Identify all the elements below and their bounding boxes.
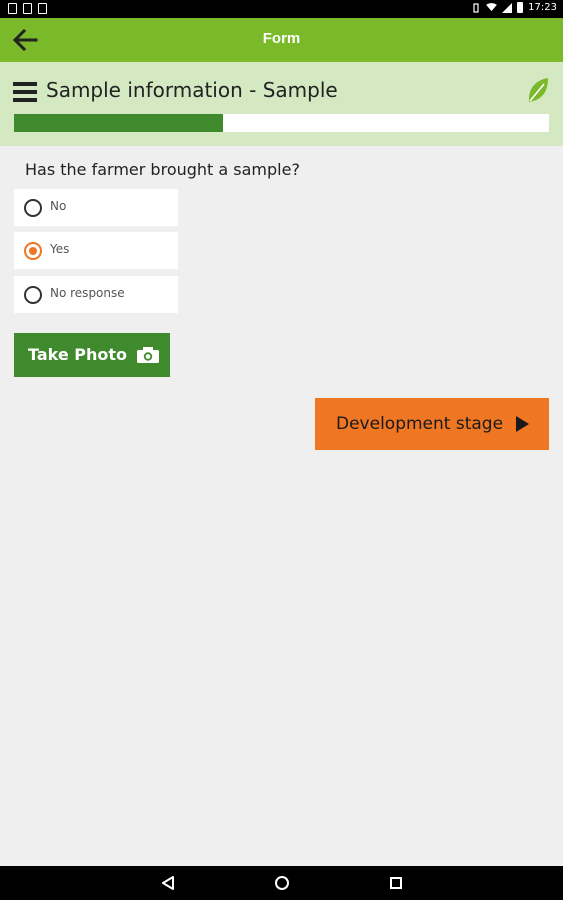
next-section-label: Development stage <box>336 414 504 434</box>
sim-icon <box>23 3 32 14</box>
camera-icon <box>137 347 159 363</box>
status-time: 17:23 <box>528 2 557 13</box>
section-header <box>0 62 563 146</box>
radio-button[interactable] <box>24 199 42 217</box>
option-label: No response <box>50 286 125 300</box>
vibrate-icon <box>473 2 479 13</box>
app-title: Form <box>262 30 301 47</box>
option-label: No <box>50 199 67 213</box>
notification-icon <box>8 3 17 14</box>
back-triangle-icon[interactable] <box>160 875 176 891</box>
photo-notification-icon <box>38 3 47 14</box>
battery-icon <box>517 2 524 13</box>
app-bar: Form <box>0 18 563 62</box>
take-photo-button[interactable]: Take Photo <box>14 333 170 377</box>
progress-bar <box>14 114 549 132</box>
leaf-icon <box>528 78 548 102</box>
signal-icon <box>502 2 513 13</box>
status-bar: 17:23 <box>0 0 563 18</box>
radio-button[interactable] <box>24 286 42 304</box>
development-stage-button[interactable]: Development stage <box>315 398 549 450</box>
option-no[interactable]: No <box>14 189 178 226</box>
system-nav-bar <box>0 866 563 900</box>
hamburger-menu-icon[interactable] <box>13 82 37 102</box>
section-title: Sample information - Sample <box>46 78 338 102</box>
progress-fill <box>14 114 223 132</box>
wifi-icon <box>486 3 498 12</box>
option-no-response[interactable]: No response <box>14 276 178 313</box>
question-text: Has the farmer brought a sample? <box>25 160 300 179</box>
option-label: Yes <box>50 242 70 256</box>
take-photo-label: Take Photo <box>28 345 128 364</box>
play-arrow-icon <box>516 416 529 432</box>
option-yes[interactable]: Yes <box>14 232 178 269</box>
home-circle-icon[interactable] <box>274 875 290 891</box>
radio-button-checked[interactable] <box>24 242 42 260</box>
recents-square-icon[interactable] <box>388 875 404 891</box>
